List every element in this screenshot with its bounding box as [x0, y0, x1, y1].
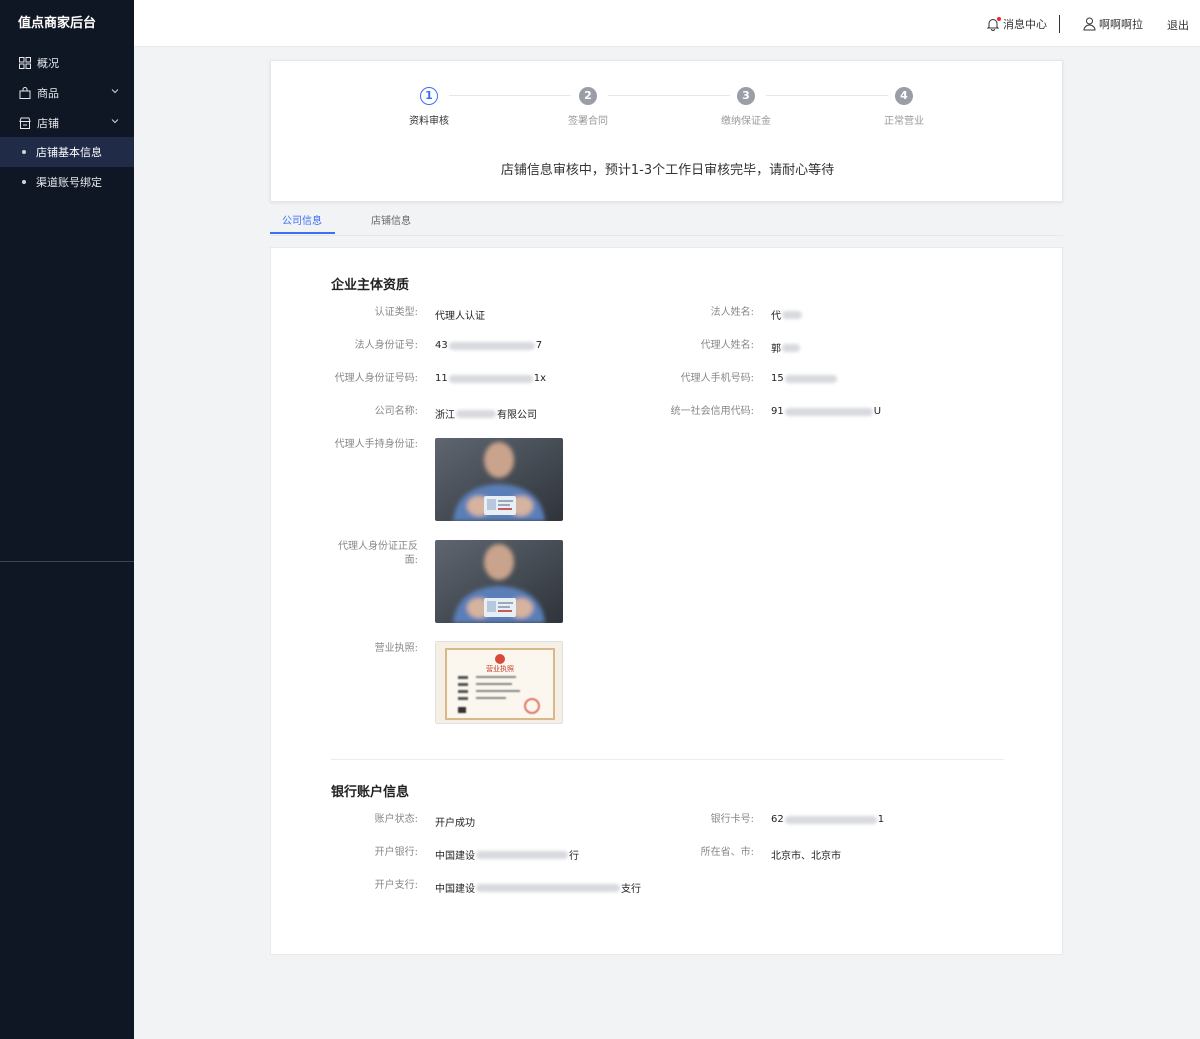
field-label: 银行卡号: [710, 814, 754, 825]
agent-name-value: 郭 [771, 340, 801, 355]
tab-company-info[interactable]: 公司信息 [282, 212, 322, 227]
legal-id-value: 43 7 [435, 340, 543, 351]
store-icon [19, 117, 31, 129]
bag-icon [19, 87, 31, 99]
business-license-photo[interactable]: 营业执照 [435, 641, 563, 724]
bullet-dot [22, 180, 26, 184]
review-notice: 店铺信息审核中，预计1-3个工作日审核完毕，请耐心等待 [500, 163, 835, 178]
field-label: 开户支行: [374, 880, 418, 891]
sidebar-item-label: 商品 [37, 87, 59, 100]
sidebar-item-label: 渠道账号绑定 [36, 176, 102, 189]
field-label: 代理人姓名: [700, 340, 754, 351]
field-label: 统一社会信用代码: [670, 406, 754, 417]
step-review: 1 资料审核 [384, 87, 474, 127]
agent-id-value: 11 1x [435, 373, 547, 384]
field-label: 账户状态: [374, 814, 418, 825]
company-info-card: 企业主体资质 认证类型: 代理人认证 法人姓名: 代 法人身份证号: 43 7 代… [270, 247, 1063, 955]
step-contract: 2 签署合同 [543, 87, 633, 127]
info-tabs: 公司信息 店铺信息 [270, 206, 1063, 236]
step-label: 资料审核 [409, 116, 449, 127]
notification-dot [997, 17, 1001, 21]
sidebar-item-label: 店铺基本信息 [36, 146, 102, 159]
sidebar-item-overview[interactable]: 概况 [0, 48, 134, 78]
agent-phone-value: 15 [771, 373, 838, 384]
field-label: 代理人身份证号码: [334, 373, 418, 384]
region-value: 北京市、北京市 [771, 851, 841, 862]
license-heading-text: 营业执照 [486, 664, 514, 673]
step-number: 2 [579, 87, 597, 105]
header-separator [1059, 15, 1060, 33]
sidebar-divider [0, 561, 134, 562]
sidebar-item-channel-binding[interactable]: 渠道账号绑定 [0, 167, 134, 197]
field-label: 代理人手机号码: [680, 373, 754, 384]
legal-name-value: 代 [771, 307, 803, 322]
credit-code-value: 91 U [771, 406, 882, 417]
sidebar-item-label: 概况 [37, 57, 59, 70]
progress-steps-card: 1 资料审核 2 签署合同 3 缴纳保证金 4 正常营业 店铺信息审核中，预计1… [270, 60, 1063, 202]
branch-name-value: 中国建设 支行 [435, 883, 641, 895]
chevron-down-icon[interactable] [110, 116, 120, 126]
sidebar-item-products[interactable]: 商品 [0, 78, 134, 108]
bank-card-value: 62 1 [771, 814, 885, 825]
field-label: 代理人手持身份证: [334, 439, 418, 450]
section-title-bank: 银行账户信息 [331, 785, 410, 800]
sidebar: 值点商家后台 概况 商品 店铺 店铺基本信息 渠道账号绑定 [0, 0, 134, 1039]
bell-icon [986, 17, 1001, 31]
bank-name-value: 中国建设行 [435, 850, 579, 862]
message-center-button[interactable]: 消息中心 [986, 16, 1047, 32]
chevron-down-icon[interactable] [110, 86, 120, 96]
user-menu[interactable]: 啊啊啊拉 [1083, 16, 1143, 32]
message-center-label: 消息中心 [1003, 18, 1047, 31]
step-number: 3 [737, 87, 755, 105]
step-deposit: 3 缴纳保证金 [701, 87, 791, 127]
username: 啊啊啊拉 [1099, 18, 1143, 31]
tab-store-info[interactable]: 店铺信息 [371, 212, 411, 227]
section-title-company: 企业主体资质 [331, 278, 410, 293]
step-label: 签署合同 [568, 116, 608, 127]
field-label: 公司名称: [374, 406, 418, 417]
handheld-id-photo[interactable] [435, 438, 563, 521]
field-label: 法人身份证号: [354, 340, 418, 351]
logout-button[interactable]: 退出 [1167, 17, 1189, 33]
step-label: 正常营业 [884, 116, 924, 127]
field-label: 所在省、市: [700, 847, 754, 858]
brand-title: 值点商家后台 [18, 16, 97, 31]
field-label: 法人姓名: [710, 307, 754, 318]
field-label: 营业执照: [374, 643, 418, 654]
top-header: 消息中心 啊啊啊拉 退出 [134, 0, 1200, 47]
sidebar-item-label: 店铺 [37, 117, 59, 130]
user-icon [1083, 17, 1096, 31]
company-name-value: 浙江 有限公司 [435, 409, 537, 421]
bullet-dot [22, 150, 26, 154]
id-card-both-sides-photo[interactable] [435, 540, 563, 623]
cert-type-value: 代理人认证 [435, 311, 485, 322]
step-open: 4 正常营业 [859, 87, 949, 127]
field-label: 开户银行: [374, 847, 418, 858]
step-label: 缴纳保证金 [721, 116, 771, 127]
field-label: 认证类型: [374, 307, 418, 318]
sidebar-item-store[interactable]: 店铺 [0, 108, 134, 138]
active-tab-indicator [270, 232, 335, 234]
grid-icon [19, 57, 31, 69]
step-number: 1 [420, 87, 438, 105]
account-status-value: 开户成功 [435, 818, 475, 829]
section-divider [331, 759, 1004, 760]
step-number: 4 [895, 87, 913, 105]
field-label: 代理人身份证正反 面: [338, 541, 418, 566]
sidebar-item-store-basic-info[interactable]: 店铺基本信息 [0, 137, 134, 167]
